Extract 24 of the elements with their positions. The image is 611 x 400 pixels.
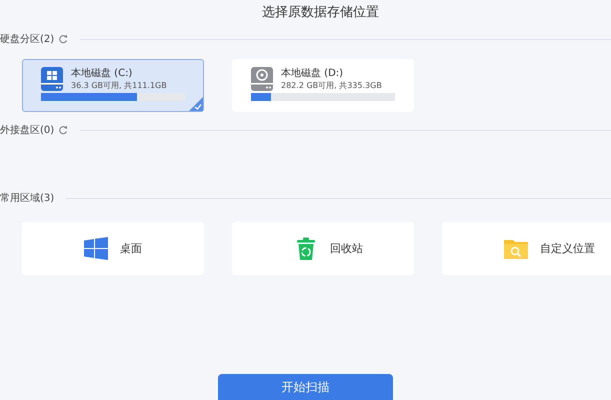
refresh-icon[interactable] bbox=[58, 34, 68, 44]
location-label: 自定义位置 bbox=[540, 241, 595, 256]
section-label: 常用区域(3) bbox=[0, 192, 54, 205]
check-icon bbox=[189, 97, 203, 111]
start-scan-button[interactable]: 开始扫描 bbox=[218, 374, 393, 400]
page-title: 选择原数据存储位置 bbox=[261, 4, 380, 21]
section-label: 外接盘区(0) bbox=[0, 124, 54, 137]
drive-icon bbox=[41, 67, 63, 91]
drive-icon bbox=[251, 67, 273, 91]
location-card[interactable]: 回收站 bbox=[232, 222, 414, 275]
disk-usage: 282.2 GB可用, 共335.3GB bbox=[281, 80, 382, 92]
disk-name: 本地磁盘 (C:) bbox=[71, 67, 134, 80]
section-label: 硬盘分区(2) bbox=[0, 33, 54, 46]
recycle-bin-icon bbox=[294, 236, 318, 260]
disk-usage: 36.3 GB可用, 共111.1GB bbox=[71, 80, 167, 92]
location-label: 桌面 bbox=[120, 241, 142, 256]
location-card[interactable]: 自定义位置 bbox=[442, 222, 611, 275]
location-label: 回收站 bbox=[330, 241, 363, 256]
disk-card[interactable]: 本地磁盘 (D:) 282.2 GB可用, 共335.3GB bbox=[232, 59, 414, 112]
refresh-icon[interactable] bbox=[58, 125, 68, 135]
disk-name: 本地磁盘 (D:) bbox=[281, 67, 344, 80]
windows-icon bbox=[84, 236, 108, 260]
location-card[interactable]: 桌面 bbox=[22, 222, 204, 275]
disk-card[interactable]: 本地磁盘 (C:) 36.3 GB可用, 共111.1GB bbox=[22, 59, 204, 112]
